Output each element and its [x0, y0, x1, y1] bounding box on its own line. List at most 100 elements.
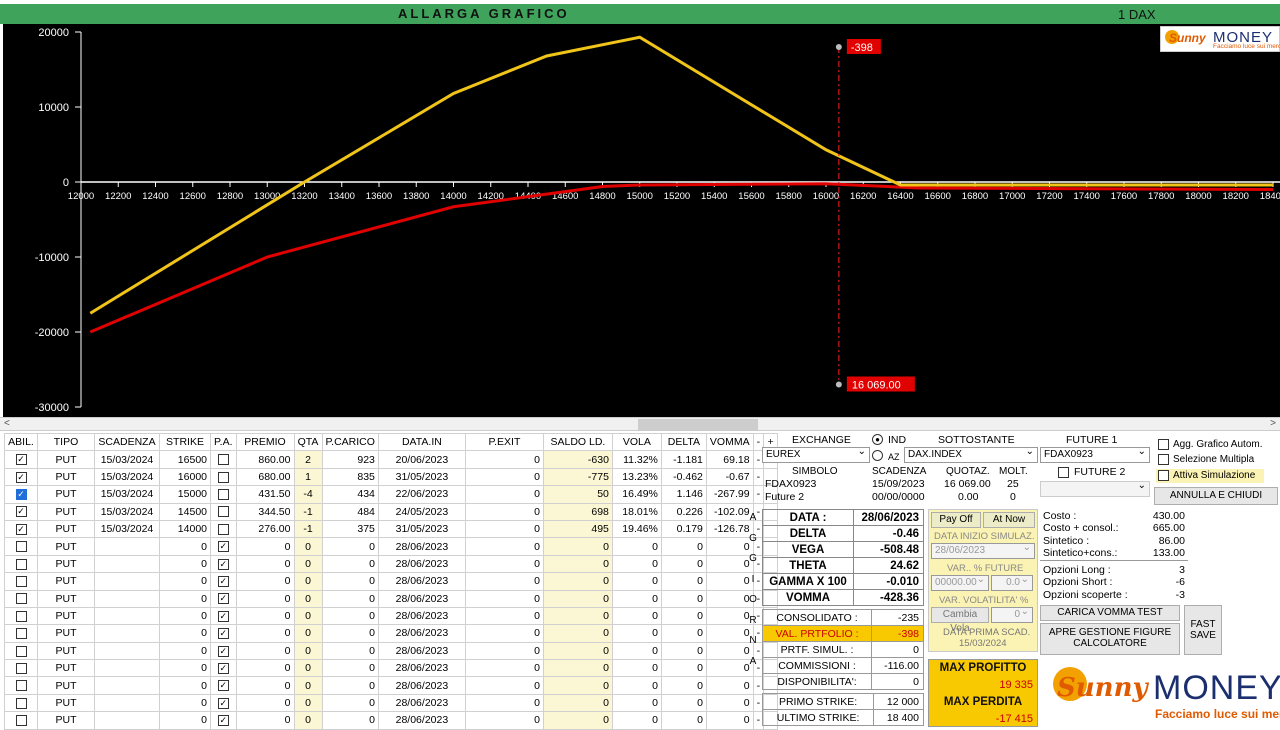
- scadenza-cell[interactable]: [94, 676, 160, 695]
- aggiorna-letter[interactable]: G: [746, 529, 760, 550]
- future1-select[interactable]: FDAX0923: [1040, 446, 1150, 463]
- pexit-cell[interactable]: 0: [464, 659, 544, 678]
- tipo-cell[interactable]: PUT: [37, 589, 95, 608]
- future2-checkbox[interactable]: [1058, 466, 1069, 478]
- pcarico-cell[interactable]: 0: [321, 606, 379, 626]
- tipo-cell[interactable]: PUT: [37, 502, 95, 521]
- cursor-bottom-handle[interactable]: [835, 381, 842, 388]
- qta-cell[interactable]: 0: [293, 659, 323, 678]
- checkbox-icon[interactable]: [15, 593, 27, 605]
- qta-cell[interactable]: -1: [293, 502, 323, 521]
- checkbox-checked-icon[interactable]: ✓: [15, 523, 27, 535]
- pexit-cell[interactable]: 0: [464, 676, 544, 695]
- pexit-cell[interactable]: 0: [464, 502, 544, 521]
- vola-cell[interactable]: 0: [611, 554, 662, 574]
- tipo-cell[interactable]: PUT: [37, 537, 95, 556]
- qta-cell[interactable]: 1: [293, 467, 323, 487]
- datain-cell[interactable]: 24/05/2023: [377, 502, 466, 521]
- abil-cell[interactable]: ✓: [4, 467, 38, 487]
- tipo-cell[interactable]: PUT: [37, 485, 95, 504]
- datain-cell[interactable]: 28/06/2023: [377, 676, 466, 695]
- pa-cell[interactable]: ✓: [210, 537, 237, 556]
- pexit-cell[interactable]: 0: [464, 606, 544, 626]
- tipo-cell[interactable]: PUT: [37, 519, 95, 539]
- sottostante-select[interactable]: DAX.INDEX: [904, 446, 1038, 463]
- pcarico-cell[interactable]: 0: [321, 624, 379, 643]
- datain-cell[interactable]: 31/05/2023: [377, 519, 466, 539]
- aggiorna-letter[interactable]: I: [746, 570, 760, 591]
- col-header[interactable]: PREMIO: [235, 432, 295, 452]
- strike-cell[interactable]: 0: [159, 572, 211, 591]
- vola-cell[interactable]: 13.23%: [611, 467, 662, 487]
- scroll-thumb[interactable]: [638, 419, 758, 430]
- pcarico-cell[interactable]: 434: [321, 485, 379, 504]
- scadenza-cell[interactable]: [94, 624, 160, 643]
- strike-cell[interactable]: 0: [159, 554, 211, 574]
- qta-cell[interactable]: 0: [293, 641, 323, 661]
- checkbox-checked-icon[interactable]: ✓: [15, 506, 27, 518]
- premio-cell[interactable]: 860.00: [235, 450, 295, 469]
- table-row[interactable]: PUT 0 ✓ 0 0 0 28/06/2023 0 0 0 0 0-: [4, 624, 779, 643]
- cambia-vola-button[interactable]: Cambia Vola: [931, 607, 989, 634]
- primo-strike-input[interactable]: 12 000: [873, 693, 924, 710]
- tipo-cell[interactable]: PUT: [37, 659, 95, 678]
- qta-cell[interactable]: 0: [293, 572, 323, 591]
- scroll-right-icon[interactable]: >: [1270, 418, 1276, 429]
- pa-cell[interactable]: ✓: [210, 606, 237, 626]
- carica-vomma-button[interactable]: CARICA VOMMA TEST: [1040, 605, 1180, 621]
- premio-cell[interactable]: 0: [235, 641, 295, 661]
- pexit-cell[interactable]: 0: [464, 693, 544, 713]
- abil-cell[interactable]: [4, 572, 38, 591]
- vola-cell[interactable]: 0: [611, 693, 662, 713]
- var-future-input[interactable]: 00000.00: [931, 574, 989, 591]
- cursor-top-handle[interactable]: [835, 44, 842, 50]
- strike-cell[interactable]: 15000: [159, 485, 211, 504]
- col-header[interactable]: SALDO LD.: [542, 432, 613, 452]
- table-row[interactable]: PUT 0 ✓ 0 0 0 28/06/2023 0 0 0 0 0-: [4, 641, 779, 661]
- vola-cell[interactable]: 0: [611, 676, 662, 695]
- pexit-cell[interactable]: 0: [464, 624, 544, 643]
- col-header[interactable]: P.A.: [210, 432, 237, 452]
- pexit-cell[interactable]: 0: [464, 519, 544, 539]
- strike-cell[interactable]: 14500: [159, 502, 211, 521]
- abil-cell[interactable]: [4, 554, 38, 574]
- pa-cell[interactable]: [210, 467, 237, 487]
- scadenza-cell[interactable]: 15/03/2024: [94, 450, 160, 469]
- scadenza-cell[interactable]: [94, 537, 160, 556]
- table-row[interactable]: PUT 0 ✓ 0 0 0 28/06/2023 0 0 0 0 0-: [4, 693, 779, 713]
- checkbox-icon[interactable]: [15, 697, 27, 709]
- vola-cell[interactable]: 0: [611, 589, 662, 608]
- ind-radio-icon[interactable]: ●: [872, 433, 883, 445]
- checkbox-checked-icon[interactable]: ✓: [217, 576, 229, 588]
- tipo-cell[interactable]: PUT: [37, 693, 95, 713]
- strike-cell[interactable]: 0: [159, 659, 211, 678]
- strike-cell[interactable]: 0: [159, 537, 211, 556]
- tipo-cell[interactable]: PUT: [37, 624, 95, 643]
- scadenza-cell[interactable]: 15/03/2024: [94, 485, 160, 504]
- checkbox-checked-icon[interactable]: ✓: [217, 610, 229, 622]
- qta-cell[interactable]: 0: [293, 537, 323, 556]
- checkbox-checked-icon[interactable]: ✓: [217, 715, 229, 727]
- strike-cell[interactable]: 0: [159, 676, 211, 695]
- datain-cell[interactable]: 28/06/2023: [377, 641, 466, 661]
- strike-cell[interactable]: 0: [159, 693, 211, 713]
- vola-cell[interactable]: 0: [611, 659, 662, 678]
- datain-cell[interactable]: 22/06/2023: [377, 485, 466, 504]
- table-row[interactable]: PUT 0 ✓ 0 0 0 28/06/2023 0 0 0 0 0-: [4, 659, 779, 678]
- pa-cell[interactable]: [210, 502, 237, 521]
- table-row[interactable]: ✓ PUT 15/03/2024 15000 431.50 -4 434 22/06/2023…: [4, 485, 779, 504]
- checkbox-icon[interactable]: [15, 576, 27, 588]
- abil-cell[interactable]: [4, 676, 38, 695]
- abil-cell[interactable]: [4, 537, 38, 556]
- pexit-cell[interactable]: 0: [464, 450, 544, 469]
- strike-cell[interactable]: 14000: [159, 519, 211, 539]
- checkbox-icon[interactable]: [217, 506, 229, 518]
- strike-cell[interactable]: 16000: [159, 467, 211, 487]
- tipo-cell[interactable]: PUT: [37, 606, 95, 626]
- annulla-chiudi-button[interactable]: ANNULLA E CHIUDI: [1154, 487, 1278, 505]
- checkbox-icon[interactable]: [1158, 454, 1169, 465]
- apre-gestione-button[interactable]: APRE GESTIONE FIGURE CALCOLATORE: [1040, 623, 1180, 655]
- scadenza-cell[interactable]: [94, 606, 160, 626]
- qta-cell[interactable]: 0: [293, 554, 323, 574]
- atnow-button[interactable]: At Now: [983, 512, 1035, 528]
